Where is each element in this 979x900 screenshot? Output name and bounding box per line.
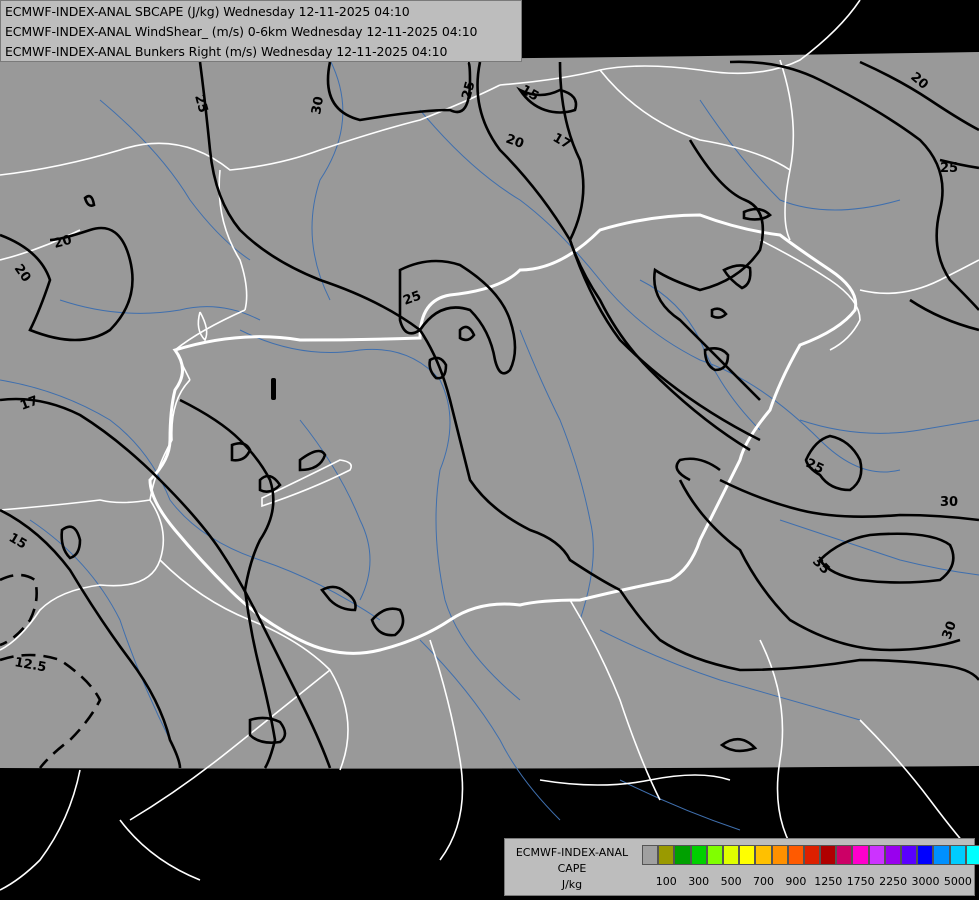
legend-tick: 500 <box>720 875 742 888</box>
legend-tick: 900 <box>785 875 807 888</box>
model-domain <box>0 52 979 769</box>
legend-color-scale <box>642 845 979 867</box>
legend-tick: 3000 <box>911 875 940 888</box>
legend-swatch <box>690 845 707 865</box>
legend-swatch <box>658 845 675 865</box>
legend-tick: 1750 <box>846 875 875 888</box>
legend-swatch <box>787 845 804 865</box>
legend-swatch <box>755 845 772 865</box>
legend-swatch <box>771 845 788 865</box>
legend-swatch <box>949 845 966 865</box>
legend-swatch <box>722 845 740 865</box>
legend-title-variable: CAPE <box>557 862 587 875</box>
legend-swatch <box>901 845 918 865</box>
legend-swatch <box>820 845 837 865</box>
weather-map: 25 30 25 15 17 20 20 20 25 25 17 25 30 3… <box>0 0 979 900</box>
legend-tick: 300 <box>688 875 710 888</box>
legend-tick: 700 <box>753 875 774 888</box>
header-line-sbcape: ECMWF-INDEX-ANAL SBCAPE (J/kg) Wednesday… <box>5 4 410 19</box>
contour-label: 30 <box>940 495 958 510</box>
legend-tick: 2250 <box>879 875 908 888</box>
legend-swatch <box>933 845 950 865</box>
map-header: ECMWF-INDEX-ANAL SBCAPE (J/kg) Wednesday… <box>0 0 522 62</box>
header-line-bunkers: ECMWF-INDEX-ANAL Bunkers Right (m/s) Wed… <box>5 44 448 59</box>
legend-tick: 1250 <box>814 875 843 888</box>
legend-swatch <box>868 845 885 865</box>
legend-swatch <box>803 845 821 865</box>
legend-swatch <box>884 845 901 865</box>
legend-tick: 5000 <box>943 875 972 888</box>
legend-swatch <box>739 845 756 865</box>
legend-swatch <box>836 845 853 865</box>
legend-swatch <box>852 845 869 865</box>
legend-title-unit: J/kg <box>561 878 583 891</box>
legend-swatch <box>642 845 659 865</box>
legend-title-model: ECMWF-INDEX-ANAL <box>515 846 629 859</box>
header-line-windshear: ECMWF-INDEX-ANAL WindShear_ (m/s) 0-6km … <box>5 24 478 39</box>
legend-tick-labels: 100 300 500 700 900 1250 1750 2250 3000 5000 <box>642 875 972 891</box>
legend-swatch <box>706 845 723 865</box>
legend-swatch <box>674 845 691 865</box>
contour-label: 30 <box>309 95 327 115</box>
legend-swatch <box>917 845 934 865</box>
contour-label: 25 <box>940 161 958 176</box>
legend-tick: 100 <box>655 875 677 888</box>
contour-blob <box>271 378 276 400</box>
legend-swatch <box>965 845 979 865</box>
cape-legend: ECMWF-INDEX-ANAL CAPE J/kg 100 300 500 700 9… <box>504 838 979 896</box>
